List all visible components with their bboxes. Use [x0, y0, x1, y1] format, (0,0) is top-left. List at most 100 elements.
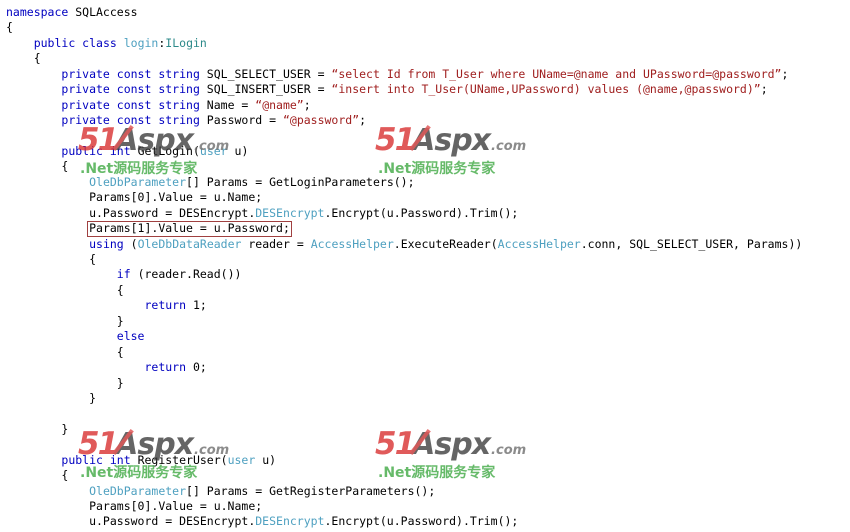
code-token-typ: user — [227, 452, 256, 467]
code-token-pln: u.Password = DESEncrypt. — [6, 205, 256, 220]
code-line: return 0; — [6, 360, 850, 375]
code-token-kw: public int — [61, 452, 131, 467]
code-line: if (reader.Read()) — [6, 267, 850, 282]
code-token-typ: user — [199, 143, 228, 158]
code-token-pln: { — [6, 20, 13, 35]
code-token-pln: ; — [760, 82, 768, 97]
code-screenshot: namespace SQLAccess{ public class login:… — [0, 0, 850, 532]
code-token-pln: ( — [123, 236, 138, 251]
code-token-pln: .Encrypt(u.Password).Trim(); — [324, 205, 519, 220]
code-line: { — [6, 159, 850, 174]
code-token-pln: { — [6, 159, 69, 174]
code-token-pln — [6, 298, 144, 312]
code-token-pln: { — [6, 51, 41, 66]
code-line: using (OleDbDataReader reader = AccessHe… — [6, 237, 850, 252]
source-code-listing[interactable]: namespace SQLAccess{ public class login:… — [0, 0, 850, 532]
code-token-pln: ; — [303, 97, 311, 112]
code-token-kw: public class — [33, 35, 117, 50]
code-token-pln: ; — [359, 113, 367, 128]
code-token-pln: { — [6, 344, 124, 359]
code-line: } — [6, 314, 850, 329]
code-token-str: “select Id from T_User where UName=@name… — [331, 66, 782, 81]
code-token-str: “insert into T_User(UName,UPassword) val… — [331, 82, 761, 97]
code-line: u.Password = DESEncrypt.DESEncrypt.Encry… — [6, 514, 850, 529]
code-token-pln — [6, 113, 61, 127]
code-token-pln: SQL_INSERT_USER = — [199, 82, 332, 97]
code-token-pln: SQL_SELECT_USER = — [199, 66, 332, 81]
code-token-kw: private const string — [61, 82, 200, 97]
code-token-pln: } — [6, 390, 97, 405]
code-token-str: “@name” — [255, 97, 304, 112]
code-token-kw: private const string — [61, 113, 200, 128]
code-token-pln — [6, 175, 89, 189]
code-token-pln — [6, 453, 61, 467]
code-token-pln: } — [6, 313, 124, 328]
code-line: private const string Password = “@passwo… — [6, 113, 850, 128]
code-line: private const string SQL_INSERT_USER = “… — [6, 82, 850, 97]
code-token-typ: OleDbDataReader — [137, 236, 242, 251]
code-line: OleDbParameter[] Params = GetLoginParame… — [6, 175, 850, 190]
code-token-kw: private const string — [61, 66, 200, 81]
code-token-pln — [6, 67, 61, 81]
code-line: public class login:ILogin — [6, 36, 850, 51]
code-line: private const string SQL_SELECT_USER = “… — [6, 67, 850, 82]
code-token-pln: Password = — [199, 113, 283, 128]
code-token-kw: using — [89, 236, 124, 251]
code-token-typ: OleDbParameter — [89, 483, 187, 498]
code-token-pln: Name = — [199, 97, 256, 112]
code-line: { — [6, 20, 850, 35]
code-token-pln: .Encrypt(u.Password).Trim(); — [324, 514, 519, 529]
code-token-pln: reader = — [241, 236, 311, 251]
code-token-pln: { — [6, 468, 69, 483]
code-token-pln: Params[0].Value = u.Name; — [6, 190, 263, 205]
code-token-typ: login — [123, 35, 159, 50]
code-token-pln: 1; — [186, 298, 207, 313]
code-line: { — [6, 468, 850, 483]
code-token-kw: public int — [61, 143, 131, 158]
code-token-pln — [6, 98, 61, 112]
code-line: private const string Name = “@name”; — [6, 98, 850, 113]
code-line: } — [6, 376, 850, 391]
code-token-pln: } — [6, 421, 69, 436]
code-token-pln — [6, 267, 117, 281]
code-token-kw: private const string — [61, 97, 200, 112]
code-token-pln: .conn, SQL_SELECT_USER, Params)) — [580, 236, 803, 251]
code-token-pln — [6, 82, 61, 96]
code-token-typ: AccessHelper — [497, 236, 581, 251]
code-token-pln — [6, 329, 117, 343]
code-token-typ: AccessHelper — [310, 236, 394, 251]
code-token-typ: DESEncrypt — [255, 205, 325, 220]
code-token-pln — [6, 144, 61, 158]
code-token-pln — [6, 360, 144, 374]
code-token-pln — [6, 237, 89, 251]
code-line: } — [6, 422, 850, 437]
code-token-pln: { — [6, 252, 97, 266]
code-token-kw: namespace — [6, 5, 69, 19]
code-token-pln — [6, 221, 89, 235]
code-line: Params[0].Value = u.Name; — [6, 499, 850, 514]
code-token-kw: return — [144, 360, 187, 375]
code-line: else — [6, 329, 850, 344]
code-token-pln: GetLogin( — [130, 143, 200, 158]
code-token-pln: [] Params = GetRegisterParameters(); — [186, 483, 436, 498]
code-token-pln: [] Params = GetLoginParameters(); — [186, 174, 415, 189]
code-line: return 1; — [6, 298, 850, 313]
code-line: { — [6, 252, 850, 267]
code-line: { — [6, 345, 850, 360]
code-token-pln: ; — [781, 66, 789, 81]
code-line: public int GetLogin(user u) — [6, 144, 850, 159]
code-line: { — [6, 283, 850, 298]
code-token-pln — [117, 36, 124, 50]
code-token-kw: if — [116, 267, 131, 282]
code-token-pln: RegisterUser( — [130, 452, 228, 467]
code-line: u.Password = DESEncrypt.DESEncrypt.Encry… — [6, 206, 850, 221]
code-token-pln: (reader.Read()) — [130, 267, 242, 282]
code-token-kw: else — [116, 329, 145, 344]
code-line: { — [6, 51, 850, 66]
code-line: namespace SQLAccess — [6, 5, 850, 20]
code-token-pln — [6, 484, 89, 498]
highlighted-statement[interactable]: Params[1].Value = u.Password; — [87, 221, 292, 237]
code-token-kw: return — [144, 298, 187, 313]
